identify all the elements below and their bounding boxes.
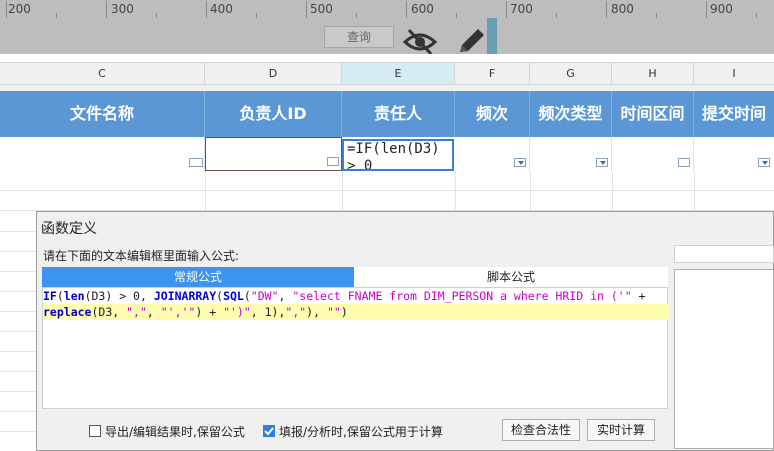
ruler-label: 700 [510, 2, 533, 16]
dropdown-widget[interactable] [189, 158, 203, 167]
dropdown-widget[interactable] [678, 158, 690, 167]
column-header-h[interactable]: H [612, 63, 694, 84]
dropdown-widget[interactable] [596, 158, 608, 167]
realtime-calc-button[interactable]: 实时计算 [587, 419, 655, 441]
tab-script-formula[interactable]: 脚本公式 [354, 267, 668, 287]
cell-formula-line: > 0 [347, 158, 373, 171]
dropdown-widget[interactable] [758, 158, 770, 167]
table-header-row: 文件名称 负责人ID 责任人 频次 频次类型 时间区间 提交时间 [0, 91, 774, 137]
function-definition-dialog: 函数定义 请在下面的文本编辑框里面输入公式: 常规公式 脚本公式 IF(len(… [36, 211, 774, 451]
dropdown-widget[interactable] [514, 158, 526, 167]
ruler-label: 200 [8, 2, 31, 16]
header-cell-submit-time[interactable]: 提交时间 [694, 91, 774, 137]
sheet-grid-left [0, 211, 37, 451]
column-header-g[interactable]: G [530, 63, 612, 84]
query-button[interactable]: 查询 [324, 26, 394, 48]
column-header-d[interactable]: D [205, 63, 342, 84]
header-cell-owner-id[interactable]: 负责人ID [205, 91, 342, 137]
scroll-indicator [487, 18, 497, 54]
keep-formula-on-export-checkbox[interactable] [89, 425, 101, 437]
column-header-i[interactable]: I [694, 63, 774, 84]
code-line-2: replace(D3, ",", "','") + "')", 1),","),… [43, 305, 348, 319]
formula-editing-cell[interactable]: =IF(len(D3) > 0 [342, 139, 454, 171]
header-cell-frequency-type[interactable]: 频次类型 [530, 91, 612, 137]
header-cell-frequency[interactable]: 频次 [455, 91, 530, 137]
dialog-prompt: 请在下面的文本编辑框里面输入公式: [43, 249, 240, 263]
cell-c3[interactable] [0, 137, 205, 171]
cell-f3[interactable] [455, 137, 530, 171]
sheet-grid [0, 171, 774, 211]
checkmark-icon [264, 427, 274, 436]
ruler-label: 900 [710, 2, 733, 16]
dropdown-widget[interactable] [327, 157, 339, 166]
column-header-bar: C D E F G H I [0, 62, 774, 85]
function-list-panel[interactable] [674, 269, 774, 449]
cell-g3[interactable] [530, 137, 612, 171]
column-header-f[interactable]: F [455, 63, 530, 84]
dialog-title: 函数定义 [41, 221, 97, 237]
horizontal-ruler: 200 300 400 500 600 700 800 900 [0, 0, 774, 19]
preview-toolbar: 查询 [0, 18, 774, 56]
keep-formula-for-calc-checkbox[interactable] [263, 425, 275, 437]
ruler-label: 400 [210, 2, 233, 16]
code-line-1: IF(len(D3) > 0, JOINARRAY(SQL("DW", "sel… [43, 289, 646, 303]
cell-i3[interactable] [694, 137, 774, 171]
cell-formula-line: =IF(len(D3) [347, 141, 440, 157]
function-search-input[interactable] [674, 245, 774, 263]
keep-formula-on-export-label: 导出/编辑结果时,保留公式 [105, 425, 245, 439]
cell-h3[interactable] [612, 137, 694, 171]
header-cell-time-range[interactable]: 时间区间 [612, 91, 694, 137]
header-cell-responsible[interactable]: 责任人 [342, 91, 455, 137]
keep-formula-for-calc-label: 填报/分析时,保留公式用于计算 [279, 425, 443, 439]
ruler-label: 300 [111, 2, 134, 16]
tab-regular-formula[interactable]: 常规公式 [42, 267, 354, 287]
ruler-label: 500 [310, 2, 333, 16]
check-validity-button[interactable]: 检查合法性 [502, 419, 580, 441]
ruler-label: 800 [611, 2, 634, 16]
cell-d3[interactable] [205, 137, 342, 171]
column-header-c[interactable]: C [0, 63, 205, 84]
header-cell-file-name[interactable]: 文件名称 [0, 91, 205, 137]
formula-tabs: 常规公式 脚本公式 [42, 267, 668, 287]
ruler-label: 600 [411, 2, 434, 16]
column-header-e[interactable]: E [342, 63, 455, 84]
formula-editor[interactable]: IF(len(D3) > 0, JOINARRAY(SQL("DW", "sel… [42, 287, 669, 409]
